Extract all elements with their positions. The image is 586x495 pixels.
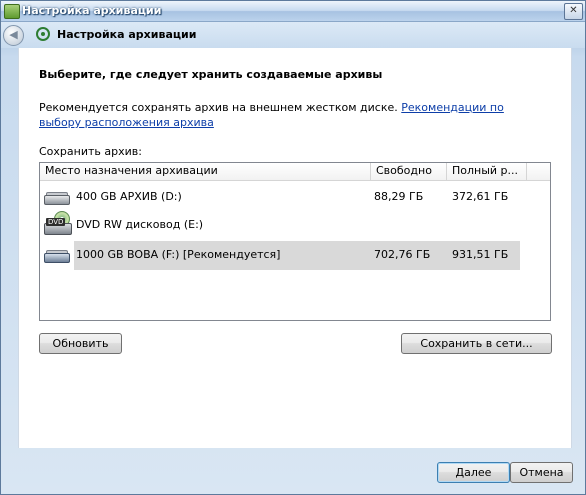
list-header: Место назначения архивации Свободно Полн…: [40, 163, 550, 181]
back-button[interactable]: ◀: [3, 25, 24, 46]
column-header-free[interactable]: Свободно: [371, 163, 447, 180]
save-to-network-button[interactable]: Сохранить в сети...: [401, 333, 552, 354]
save-archive-label: Сохранить архив:: [39, 145, 142, 158]
navigation-bar: ◀ Настройка архивации: [1, 22, 585, 48]
destination-name: DVD RW дисковод (E:): [76, 218, 204, 231]
recommendation-info: Рекомендуется сохранять архив на внешнем…: [39, 100, 519, 130]
destination-row-d[interactable]: 400 GB АРХИВ (D:) 88,29 ГБ 372,61 ГБ: [40, 183, 550, 209]
free-space: 88,29 ГБ: [374, 190, 424, 203]
next-button[interactable]: Далее: [437, 462, 510, 483]
free-space: 702,76 ГБ: [374, 248, 431, 261]
dvd-drive-icon: DVD: [44, 211, 72, 237]
destination-name: 400 GB АРХИВ (D:): [76, 190, 182, 203]
recommendation-text: Рекомендуется сохранять архив на внешнем…: [39, 101, 398, 114]
destination-row-e[interactable]: DVD DVD RW дисковод (E:): [40, 211, 550, 237]
backup-settings-window: Настройка архивации ✕ ◀ Настройка архива…: [0, 0, 586, 495]
backup-wizard-icon: [36, 27, 50, 41]
window-title: Настройка архивации: [22, 4, 162, 17]
page-heading: Выберите, где следует хранить создаваемы…: [39, 68, 383, 81]
total-size: 372,61 ГБ: [452, 190, 509, 203]
hard-drive-icon: [44, 192, 70, 205]
dvd-badge: DVD: [46, 218, 66, 226]
refresh-button[interactable]: Обновить: [39, 333, 122, 354]
destination-row-f[interactable]: 1000 GB BOBA (F:) [Рекомендуется] 702,76…: [40, 241, 550, 270]
external-drive-icon: [44, 250, 70, 263]
cancel-button[interactable]: Отмена: [510, 462, 573, 483]
column-header-destination[interactable]: Место назначения архивации: [40, 163, 371, 180]
wizard-title: Настройка архивации: [57, 28, 197, 41]
column-header-total[interactable]: Полный р...: [447, 163, 527, 180]
title-bar[interactable]: Настройка архивации ✕: [1, 1, 585, 22]
total-size: 931,51 ГБ: [452, 248, 509, 261]
destination-list[interactable]: Место назначения архивации Свободно Полн…: [39, 162, 551, 321]
wizard-content: Выберите, где следует хранить создаваемы…: [18, 48, 572, 448]
destination-name: 1000 GB BOBA (F:) [Рекомендуется]: [76, 248, 281, 261]
close-button[interactable]: ✕: [564, 3, 583, 20]
backup-app-icon: [4, 4, 20, 19]
